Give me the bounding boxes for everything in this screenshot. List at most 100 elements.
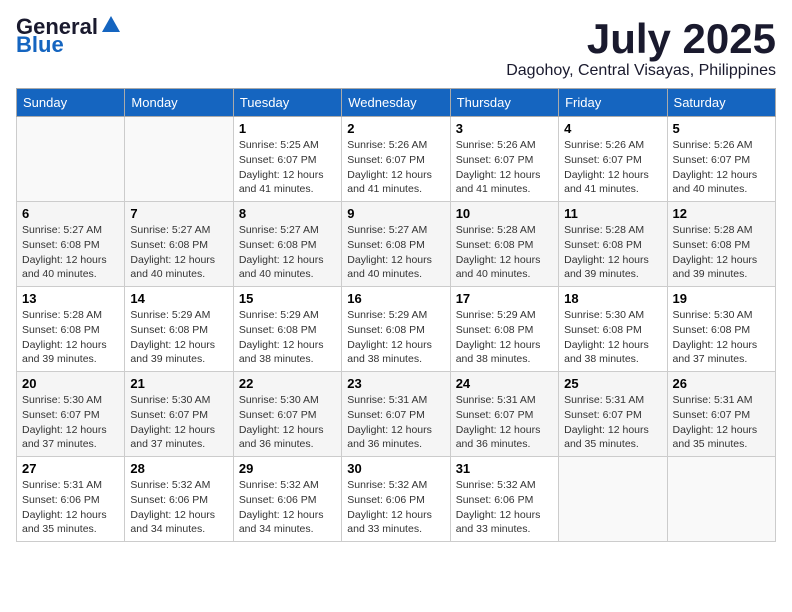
day-detail: Sunrise: 5:25 AMSunset: 6:07 PMDaylight:… [239,138,336,197]
logo-icon [100,14,122,36]
day-number: 2 [347,121,444,136]
weekday-header-sunday: Sunday [17,89,125,117]
day-number: 21 [130,376,227,391]
day-detail: Sunrise: 5:27 AMSunset: 6:08 PMDaylight:… [239,223,336,282]
day-detail: Sunrise: 5:32 AMSunset: 6:06 PMDaylight:… [456,478,553,537]
day-detail: Sunrise: 5:29 AMSunset: 6:08 PMDaylight:… [347,308,444,367]
calendar-cell: 20Sunrise: 5:30 AMSunset: 6:07 PMDayligh… [17,372,125,457]
day-number: 26 [673,376,770,391]
calendar-cell: 3Sunrise: 5:26 AMSunset: 6:07 PMDaylight… [450,117,558,202]
calendar-cell: 15 Sunrise: 5:29 AMSunset: 6:08 PMDayligh… [233,287,341,372]
day-number: 17 [456,291,553,306]
day-detail: Sunrise: 5:31 AMSunset: 6:07 PMDaylight:… [456,393,553,452]
day-number: 1 [239,121,336,136]
day-detail: Sunrise: 5:28 AMSunset: 6:08 PMDaylight:… [22,308,119,367]
title-block: July 2025 Dagohoy, Central Visayas, Phil… [506,16,776,80]
day-number: 6 [22,206,119,221]
day-detail: Sunrise: 5:31 AMSunset: 6:07 PMDaylight:… [673,393,770,452]
day-detail: Sunrise: 5:27 AMSunset: 6:08 PMDaylight:… [130,223,227,282]
day-number: 7 [130,206,227,221]
day-number: 27 [22,461,119,476]
page-header: General Blue July 2025 Dagohoy, Central … [16,16,776,80]
calendar-cell: 16 Sunrise: 5:29 AMSunset: 6:08 PMDayligh… [342,287,450,372]
calendar-cell: 11Sunrise: 5:28 AMSunset: 6:08 PMDayligh… [559,202,667,287]
calendar-cell: 21Sunrise: 5:30 AMSunset: 6:07 PMDayligh… [125,372,233,457]
day-number: 13 [22,291,119,306]
calendar-cell: 10 Sunrise: 5:28 AMSunset: 6:08 PMDayligh… [450,202,558,287]
calendar-cell: 27 Sunrise: 5:31 AMSunset: 6:06 PMDayligh… [17,457,125,542]
calendar-cell: 25 Sunrise: 5:31 AMSunset: 6:07 PMDayligh… [559,372,667,457]
month-title: July 2025 [506,16,776,62]
calendar-table: SundayMondayTuesdayWednesdayThursdayFrid… [16,88,776,542]
week-row-4: 20Sunrise: 5:30 AMSunset: 6:07 PMDayligh… [17,372,776,457]
day-number: 24 [456,376,553,391]
day-detail: Sunrise: 5:31 AMSunset: 6:07 PMDaylight:… [564,393,661,452]
day-detail: Sunrise: 5:31 AMSunset: 6:07 PMDaylight:… [347,393,444,452]
calendar-cell [667,457,775,542]
day-number: 3 [456,121,553,136]
weekday-header-friday: Friday [559,89,667,117]
day-detail: Sunrise: 5:30 AMSunset: 6:08 PMDaylight:… [564,308,661,367]
day-detail: Sunrise: 5:28 AMSunset: 6:08 PMDaylight:… [673,223,770,282]
calendar-cell: 5 Sunrise: 5:26 AMSunset: 6:07 PMDaylight… [667,117,775,202]
day-detail: Sunrise: 5:29 AMSunset: 6:08 PMDaylight:… [239,308,336,367]
calendar-cell: 19 Sunrise: 5:30 AMSunset: 6:08 PMDayligh… [667,287,775,372]
location-title: Dagohoy, Central Visayas, Philippines [506,62,776,80]
calendar-cell: 29Sunrise: 5:32 AMSunset: 6:06 PMDayligh… [233,457,341,542]
calendar-cell: 18Sunrise: 5:30 AMSunset: 6:08 PMDayligh… [559,287,667,372]
day-number: 12 [673,206,770,221]
calendar-cell: 14Sunrise: 5:29 AMSunset: 6:08 PMDayligh… [125,287,233,372]
calendar-cell: 12 Sunrise: 5:28 AMSunset: 6:08 PMDayligh… [667,202,775,287]
calendar-cell: 4 Sunrise: 5:26 AMSunset: 6:07 PMDaylight… [559,117,667,202]
calendar-cell: 1 Sunrise: 5:25 AMSunset: 6:07 PMDaylight… [233,117,341,202]
weekday-header-wednesday: Wednesday [342,89,450,117]
logo-blue-text: Blue [16,34,122,56]
day-number: 31 [456,461,553,476]
day-number: 14 [130,291,227,306]
day-detail: Sunrise: 5:26 AMSunset: 6:07 PMDaylight:… [564,138,661,197]
calendar-cell [125,117,233,202]
day-detail: Sunrise: 5:29 AMSunset: 6:08 PMDaylight:… [456,308,553,367]
calendar-cell: 13 Sunrise: 5:28 AMSunset: 6:08 PMDayligh… [17,287,125,372]
week-row-1: 1 Sunrise: 5:25 AMSunset: 6:07 PMDaylight… [17,117,776,202]
day-detail: Sunrise: 5:32 AMSunset: 6:06 PMDaylight:… [239,478,336,537]
day-number: 15 [239,291,336,306]
day-detail: Sunrise: 5:27 AMSunset: 6:08 PMDaylight:… [22,223,119,282]
day-number: 19 [673,291,770,306]
day-detail: Sunrise: 5:30 AMSunset: 6:07 PMDaylight:… [22,393,119,452]
day-detail: Sunrise: 5:30 AMSunset: 6:07 PMDaylight:… [239,393,336,452]
day-detail: Sunrise: 5:28 AMSunset: 6:08 PMDaylight:… [456,223,553,282]
day-detail: Sunrise: 5:26 AMSunset: 6:07 PMDaylight:… [347,138,444,197]
day-detail: Sunrise: 5:27 AMSunset: 6:08 PMDaylight:… [347,223,444,282]
day-number: 10 [456,206,553,221]
calendar-cell: 23Sunrise: 5:31 AMSunset: 6:07 PMDayligh… [342,372,450,457]
calendar-cell: 31 Sunrise: 5:32 AMSunset: 6:06 PMDayligh… [450,457,558,542]
day-detail: Sunrise: 5:26 AMSunset: 6:07 PMDaylight:… [673,138,770,197]
calendar-cell: 22 Sunrise: 5:30 AMSunset: 6:07 PMDayligh… [233,372,341,457]
weekday-header-saturday: Saturday [667,89,775,117]
calendar-cell: 17 Sunrise: 5:29 AMSunset: 6:08 PMDayligh… [450,287,558,372]
calendar-cell: 8 Sunrise: 5:27 AMSunset: 6:08 PMDaylight… [233,202,341,287]
day-number: 8 [239,206,336,221]
calendar-cell: 26 Sunrise: 5:31 AMSunset: 6:07 PMDayligh… [667,372,775,457]
calendar-cell: 30Sunrise: 5:32 AMSunset: 6:06 PMDayligh… [342,457,450,542]
day-number: 11 [564,206,661,221]
calendar-cell: 7 Sunrise: 5:27 AMSunset: 6:08 PMDaylight… [125,202,233,287]
calendar-cell: 28 Sunrise: 5:32 AMSunset: 6:06 PMDayligh… [125,457,233,542]
calendar-cell [17,117,125,202]
week-row-3: 13 Sunrise: 5:28 AMSunset: 6:08 PMDayligh… [17,287,776,372]
day-detail: Sunrise: 5:30 AMSunset: 6:08 PMDaylight:… [673,308,770,367]
day-detail: Sunrise: 5:32 AMSunset: 6:06 PMDaylight:… [130,478,227,537]
calendar-cell: 2 Sunrise: 5:26 AMSunset: 6:07 PMDaylight… [342,117,450,202]
day-number: 28 [130,461,227,476]
week-row-2: 6 Sunrise: 5:27 AMSunset: 6:08 PMDaylight… [17,202,776,287]
day-detail: Sunrise: 5:31 AMSunset: 6:06 PMDaylight:… [22,478,119,537]
logo: General Blue [16,16,122,56]
calendar-cell: 9Sunrise: 5:27 AMSunset: 6:08 PMDaylight… [342,202,450,287]
day-number: 4 [564,121,661,136]
day-number: 25 [564,376,661,391]
day-number: 22 [239,376,336,391]
day-number: 5 [673,121,770,136]
day-number: 16 [347,291,444,306]
calendar-cell: 6 Sunrise: 5:27 AMSunset: 6:08 PMDaylight… [17,202,125,287]
